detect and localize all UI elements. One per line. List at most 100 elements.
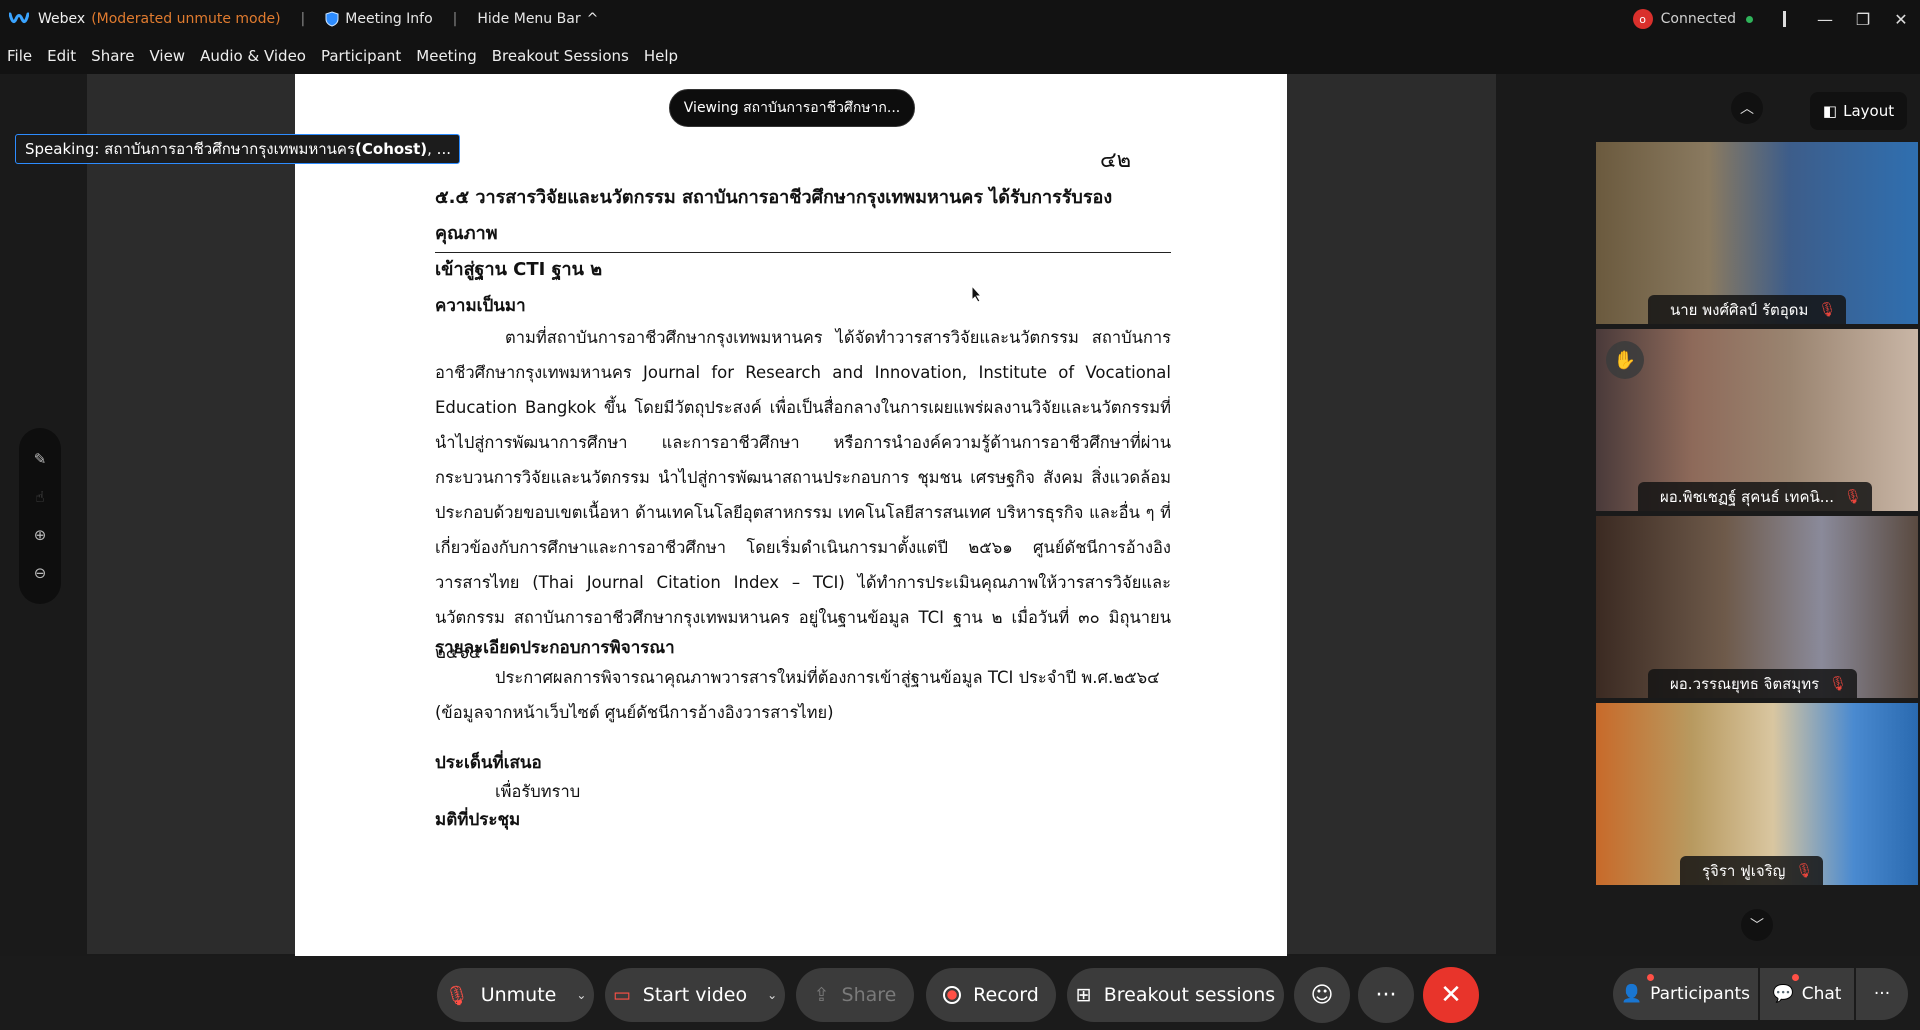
leave-meeting-button[interactable]: ✕ bbox=[1423, 967, 1479, 1023]
connection-status: Connected bbox=[1660, 11, 1736, 27]
chat-icon: 💬 bbox=[1772, 984, 1794, 1004]
participant-video-tile[interactable]: นาย พงศ์ศิลป์ รัตอุดม 🎙 bbox=[1596, 142, 1918, 324]
ellipsis-icon: ··· bbox=[1375, 982, 1397, 1008]
heading-rule bbox=[435, 252, 1171, 253]
heading-line-2: เข้าสู่ฐาน CTI ฐาน ๒ bbox=[435, 259, 603, 280]
chevron-down-icon[interactable]: ⌄ bbox=[576, 988, 586, 1002]
smiley-icon: ☺ bbox=[1310, 982, 1334, 1008]
share-icon: ⇪ bbox=[813, 984, 830, 1006]
muted-mic-icon: 🎙 bbox=[444, 984, 469, 1007]
menu-edit[interactable]: Edit bbox=[47, 47, 76, 65]
unmute-label: Unmute bbox=[480, 984, 557, 1006]
participants-badge bbox=[1647, 974, 1654, 981]
participants-label: Participants bbox=[1650, 984, 1751, 1004]
participant-name: นาย พงศ์ศิลป์ รัตอุดม bbox=[1670, 300, 1809, 319]
participant-name: ผอ.พิชเชฏฐ์ สุคนธ์ เทคนิ... bbox=[1660, 487, 1835, 506]
menu-participant[interactable]: Participant bbox=[321, 47, 401, 65]
pointer-icon[interactable]: ☝ bbox=[35, 488, 44, 506]
chevron-down-icon: ﹀ bbox=[1750, 918, 1764, 934]
scroll-up-button[interactable]: ︿ bbox=[1731, 92, 1763, 124]
menu-file[interactable]: File bbox=[7, 47, 32, 65]
section-text: ประกาศผลการพิจารณาคุณภาพวารสารใหม่ที่ต้อ… bbox=[495, 668, 1160, 687]
section-body: ประกาศผลการพิจารณาคุณภาพวารสารใหม่ที่ต้อ… bbox=[435, 660, 1171, 695]
meeting-mode: (Moderated unmute mode) bbox=[91, 11, 281, 27]
title-bar: Webex (Moderated unmute mode) | Meeting … bbox=[0, 0, 1920, 38]
chevron-down-icon[interactable]: ⌄ bbox=[767, 988, 777, 1002]
chat-badge bbox=[1792, 974, 1799, 981]
record-icon bbox=[943, 986, 962, 1004]
unmute-button[interactable]: 🎙 Unmute ⌄ bbox=[437, 968, 594, 1022]
muted-mic-icon: 🎙 bbox=[1829, 675, 1847, 692]
close-window-icon[interactable]: ✕ bbox=[1882, 0, 1920, 38]
hide-menu-label: Hide Menu Bar bbox=[477, 11, 581, 27]
start-video-button[interactable]: ▭ Start video ⌄ bbox=[605, 968, 785, 1022]
webex-logo-icon bbox=[8, 8, 30, 30]
breakout-icon: ⊞ bbox=[1075, 984, 1092, 1006]
hide-menu-bar-button[interactable]: Hide Menu Bar ^ bbox=[477, 11, 598, 27]
connection-dot-icon bbox=[1746, 15, 1753, 23]
layout-button[interactable]: ◧ Layout bbox=[1810, 92, 1907, 130]
mouse-cursor-icon bbox=[971, 285, 983, 303]
viewing-indicator[interactable]: Viewing สถาบันการอาชีวศึกษาก... bbox=[669, 89, 915, 127]
title-bar-right: o Connected — ❐ ✕ bbox=[1632, 0, 1920, 38]
menu-audio-video[interactable]: Audio & Video bbox=[200, 47, 306, 65]
document-heading: ๕.๕ วารสารวิจัยและนวัตกรรม สถาบันการอาชี… bbox=[435, 180, 1165, 288]
section-title: ประเด็นที่เสนอ bbox=[435, 753, 542, 773]
participant-name-tag: ผอ.พิชเชฏฐ์ สุคนธ์ เทคนิ... 🎙 bbox=[1638, 482, 1872, 511]
participant-name: ผอ.วรรณยุทธ จิตสมุทร bbox=[1670, 674, 1820, 693]
section-title: มติที่ประชุม bbox=[435, 810, 521, 830]
muted-mic-icon: 🎙 bbox=[1795, 862, 1814, 879]
heading-line-1: ๕.๕ วารสารวิจัยและนวัตกรรม สถาบันการอาชี… bbox=[435, 187, 1113, 244]
zoom-in-icon[interactable]: ⊕ bbox=[34, 526, 47, 544]
participants-button[interactable]: 👤 Participants bbox=[1613, 968, 1758, 1020]
meeting-info-label: Meeting Info bbox=[345, 11, 433, 27]
ellipsis-icon: ··· bbox=[1873, 984, 1891, 1004]
shared-document: ๔๒ ๕.๕ วารสารวิจัยและนวัตกรรม สถาบันการอ… bbox=[295, 74, 1287, 956]
section-body: ตามที่สถาบันการอาชีวศึกษากรุงเทพมหานคร ไ… bbox=[435, 328, 1171, 662]
menu-share[interactable]: Share bbox=[91, 47, 134, 65]
participant-video-tile[interactable]: ✋ ผอ.พิชเชฏฐ์ สุคนธ์ เทคนิ... 🎙 bbox=[1596, 329, 1918, 511]
breakout-label: Breakout sessions bbox=[1103, 984, 1276, 1006]
menu-bar: File Edit Share View Audio & Video Parti… bbox=[0, 38, 1920, 74]
panel-more-button[interactable]: ··· bbox=[1856, 968, 1908, 1020]
record-label: Record bbox=[973, 984, 1039, 1006]
section-title: รายละเอียดประกอบการพิจารณา bbox=[435, 638, 675, 658]
share-label: Share bbox=[841, 984, 897, 1006]
muted-mic-icon: 🎙 bbox=[1844, 488, 1862, 505]
participant-video-tile[interactable]: ผอ.วรรณยุทธ จิตสมุทร 🎙 bbox=[1596, 516, 1918, 698]
zoom-out-icon[interactable]: ⊖ bbox=[34, 564, 47, 582]
layout-label: Layout bbox=[1843, 102, 1895, 120]
muted-mic-icon: 🎙 bbox=[1818, 301, 1837, 318]
menu-meeting[interactable]: Meeting bbox=[416, 47, 476, 65]
close-icon: ✕ bbox=[1440, 980, 1462, 1010]
menu-breakout-sessions[interactable]: Breakout Sessions bbox=[492, 47, 629, 65]
meeting-info-button[interactable]: Meeting Info bbox=[325, 11, 433, 27]
recording-indicator-icon[interactable]: o bbox=[1632, 9, 1653, 29]
participant-name-tag: รุจิรา ฟูเจริญ 🎙 bbox=[1680, 856, 1824, 885]
scroll-down-button[interactable]: ﹀ bbox=[1741, 909, 1773, 941]
chevron-up-icon: ^ bbox=[586, 11, 599, 27]
separator: | bbox=[452, 11, 458, 27]
shield-icon bbox=[325, 11, 339, 27]
menu-view[interactable]: View bbox=[149, 47, 185, 65]
participant-video-tile[interactable]: รุจิรา ฟูเจริญ 🎙 bbox=[1596, 703, 1918, 885]
video-off-icon: ▭ bbox=[612, 984, 631, 1006]
annotation-toolbar: ✎ ☝ ⊕ ⊖ bbox=[19, 428, 61, 604]
annotate-pen-icon[interactable]: ✎ bbox=[34, 450, 47, 468]
restore-icon[interactable]: ❐ bbox=[1844, 0, 1882, 38]
participants-icon: 👤 bbox=[1620, 984, 1643, 1004]
divider bbox=[1783, 11, 1786, 27]
reactions-button[interactable]: ☺ bbox=[1294, 967, 1350, 1023]
chat-button[interactable]: 💬 Chat bbox=[1760, 968, 1854, 1020]
more-options-button[interactable]: ··· bbox=[1358, 967, 1414, 1023]
participant-name-tag: ผอ.วรรณยุทธ จิตสมุทร 🎙 bbox=[1648, 669, 1857, 698]
share-button[interactable]: ⇪ Share bbox=[796, 968, 914, 1022]
page-number: ๔๒ bbox=[1100, 148, 1132, 173]
speaker-role: (Cohost) bbox=[355, 140, 428, 158]
breakout-sessions-button[interactable]: ⊞ Breakout sessions bbox=[1067, 968, 1284, 1022]
menu-help[interactable]: Help bbox=[644, 47, 678, 65]
layout-icon: ◧ bbox=[1822, 102, 1838, 120]
record-button[interactable]: Record bbox=[926, 968, 1056, 1022]
separator: | bbox=[300, 11, 306, 27]
minimize-icon[interactable]: — bbox=[1806, 0, 1844, 38]
